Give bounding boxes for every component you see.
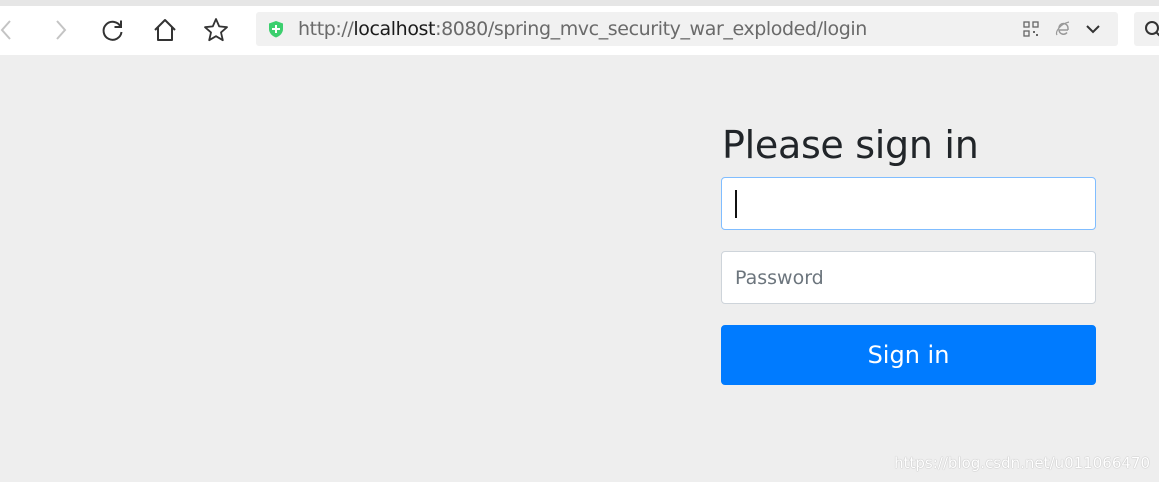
chevron-right-icon: [50, 18, 70, 42]
home-button[interactable]: [149, 14, 181, 46]
address-bar[interactable]: http://localhost:8080/spring_mvc_securit…: [256, 12, 1118, 46]
reload-icon: [100, 17, 126, 43]
url-path: :8080/spring_mvc_security_war_exploded/l…: [435, 18, 867, 40]
sign-in-button[interactable]: Sign in: [721, 325, 1096, 385]
watermark: https://blog.csdn.net/u011066470: [894, 454, 1150, 472]
qr-code-icon[interactable]: [1022, 20, 1040, 38]
back-button[interactable]: [0, 14, 23, 46]
text-cursor: [735, 190, 737, 218]
bookmark-button[interactable]: [200, 14, 232, 46]
chevron-down-icon[interactable]: [1084, 20, 1102, 38]
shield-plus-icon: [267, 20, 285, 38]
search-box[interactable]: [1134, 12, 1159, 46]
page-title: Please sign in: [722, 123, 979, 167]
ie-icon[interactable]: [1054, 20, 1072, 38]
browser-toolbar: http://localhost:8080/spring_mvc_securit…: [0, 0, 1159, 55]
reload-button[interactable]: [97, 14, 129, 46]
username-input[interactable]: [721, 177, 1096, 230]
home-icon: [152, 17, 178, 43]
url-scheme: http://: [298, 18, 354, 40]
chevron-left-icon: [0, 18, 17, 42]
url-text[interactable]: http://localhost:8080/spring_mvc_securit…: [298, 18, 867, 40]
url-host: localhost: [353, 18, 436, 40]
star-icon: [202, 16, 230, 44]
password-input[interactable]: [721, 251, 1096, 304]
forward-button[interactable]: [44, 14, 76, 46]
search-icon: [1144, 20, 1159, 43]
